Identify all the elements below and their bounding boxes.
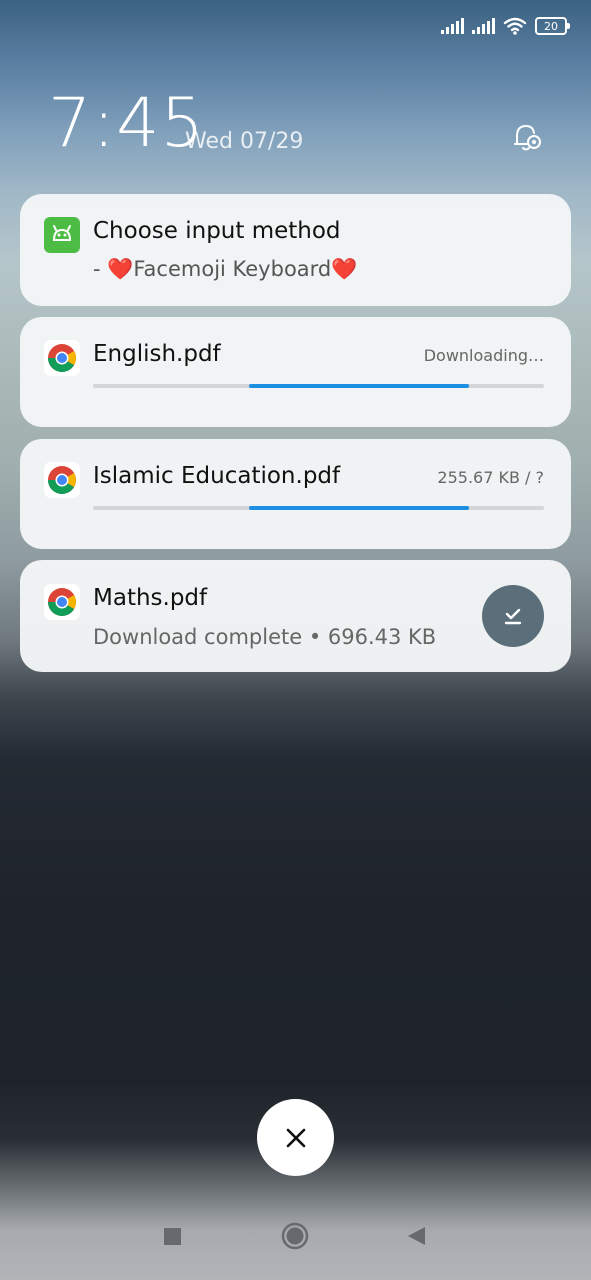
wifi-icon: [503, 17, 527, 35]
notification-title: English.pdf: [93, 341, 221, 367]
notification-title: Maths.pdf: [93, 585, 208, 611]
signal-strength-icon-sim1: [441, 18, 464, 34]
notification-download-islamic-education[interactable]: Islamic Education.pdf 255.67 KB / ?: [20, 439, 571, 549]
lockscreen-date: Wed 07/29: [185, 129, 304, 154]
square-icon: [164, 1228, 181, 1245]
battery-icon: 20: [535, 17, 570, 35]
battery-level: 20: [544, 19, 558, 33]
chrome-icon: [44, 462, 80, 498]
download-done-icon: [504, 608, 522, 625]
chrome-icon: [44, 584, 80, 620]
progress-indicator: [249, 384, 469, 388]
signal-strength-icon-sim2: [472, 18, 495, 34]
notification-title: Choose input method: [93, 218, 341, 244]
notification-subtitle: - ❤️Facemoji Keyboard❤️: [93, 257, 358, 281]
lockscreen-time: 7:45: [48, 84, 205, 163]
clear-all-button[interactable]: [257, 1099, 334, 1176]
download-progress-bar: [93, 506, 544, 510]
circle-icon: [281, 1222, 309, 1250]
progress-indicator: [249, 506, 469, 510]
back-button[interactable]: [405, 1225, 427, 1247]
download-status: Downloading…: [423, 346, 544, 365]
status-bar-icons: 20: [441, 14, 570, 38]
close-icon: [286, 1128, 305, 1147]
notification-subtitle: Download complete • 696.43 KB: [93, 625, 437, 649]
chrome-icon: [44, 340, 80, 376]
open-download-button[interactable]: [482, 585, 544, 647]
notification-input-method[interactable]: Choose input method - ❤️Facemoji Keyboar…: [20, 194, 571, 306]
android-keyboard-icon: [44, 217, 80, 253]
triangle-back-icon: [408, 1227, 425, 1245]
home-button[interactable]: [281, 1222, 309, 1250]
notification-download-maths[interactable]: Maths.pdf Download complete • 696.43 KB: [20, 560, 571, 672]
download-status: 255.67 KB / ?: [437, 468, 544, 487]
notification-title: Islamic Education.pdf: [93, 463, 341, 489]
notification-download-english[interactable]: English.pdf Downloading…: [20, 317, 571, 427]
download-progress-bar: [93, 384, 544, 388]
navigation-bar: [0, 1200, 591, 1280]
notification-settings-icon[interactable]: [508, 118, 546, 156]
recents-button[interactable]: [163, 1227, 183, 1247]
